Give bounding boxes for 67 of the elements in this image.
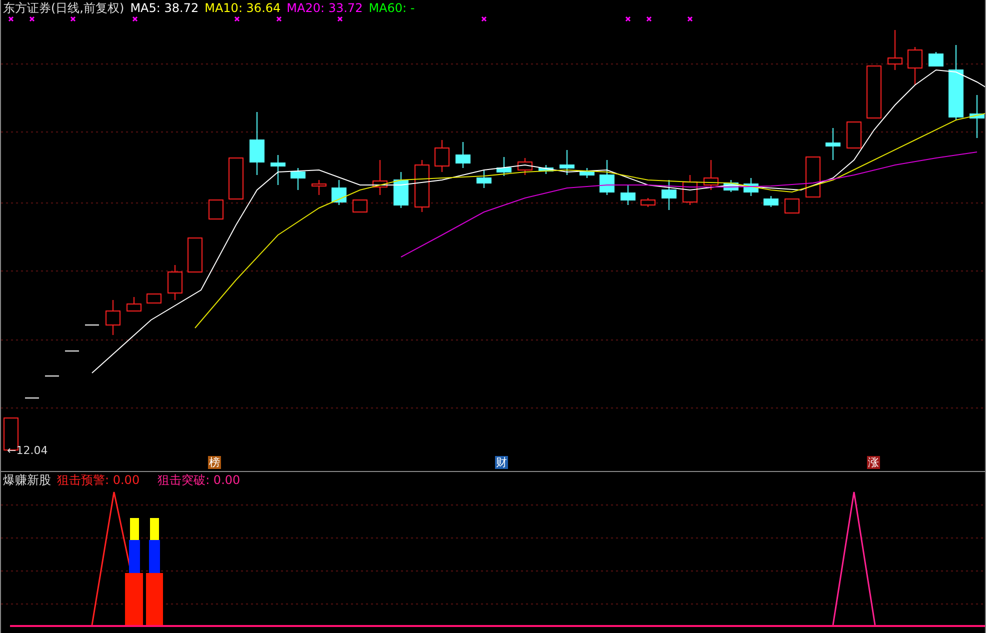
indicator-label: MA10: 36.64 xyxy=(204,1,281,15)
cross-marker xyxy=(276,16,282,22)
cross-marker xyxy=(337,16,343,22)
candlestick xyxy=(682,174,698,206)
candlestick xyxy=(496,156,512,176)
candlestick xyxy=(270,154,286,186)
candlestick xyxy=(908,46,922,86)
candlestick xyxy=(332,180,346,206)
candlestick xyxy=(846,122,862,148)
candlestick xyxy=(476,170,492,188)
candlestick xyxy=(866,66,882,118)
cross-marker xyxy=(8,16,14,22)
price-label: ←12.04 xyxy=(7,444,48,457)
candlestick xyxy=(538,164,554,174)
candlestick xyxy=(764,196,778,208)
cross-marker xyxy=(646,16,652,22)
candlestick xyxy=(456,142,470,168)
indicator-label: 狙击预警: 0.00 xyxy=(57,473,140,487)
indicator-label: MA20: 33.72 xyxy=(286,1,363,15)
candlestick xyxy=(744,178,758,196)
candlestick xyxy=(228,158,244,200)
candlestick xyxy=(188,238,202,272)
candlestick xyxy=(518,158,532,176)
candlestick xyxy=(168,264,182,300)
event-badge[interactable]: 榜 xyxy=(208,456,221,469)
event-badge[interactable]: 财 xyxy=(495,456,508,469)
indicator-label: MA5: 38.72 xyxy=(130,1,199,15)
cross-marker xyxy=(687,16,693,22)
candlestick xyxy=(640,198,656,208)
event-badge[interactable]: 涨 xyxy=(867,456,880,469)
candlestick xyxy=(784,198,800,214)
candlestick xyxy=(126,296,142,312)
candlestick xyxy=(662,180,676,210)
indicator-label: 狙击突破: 0.00 xyxy=(158,473,240,487)
candlestick xyxy=(394,172,408,208)
candlestick xyxy=(580,168,594,178)
cross-marker xyxy=(70,16,76,22)
candlestick xyxy=(970,94,984,138)
candlestick xyxy=(806,156,820,198)
candlestick xyxy=(724,180,738,192)
candlestick xyxy=(372,160,388,196)
cross-marker xyxy=(234,16,240,22)
indicator-label: MA60: - xyxy=(368,1,415,15)
chart-title: 东方证券(日线,前复权) xyxy=(3,1,124,15)
indicator-title: 爆赚新股 xyxy=(3,473,51,487)
candlestick xyxy=(64,350,80,352)
candlestick xyxy=(312,180,326,196)
candlestick xyxy=(434,140,450,172)
cross-marker xyxy=(29,16,35,22)
candlestick xyxy=(84,324,100,326)
candlestick xyxy=(560,150,574,176)
candlestick xyxy=(352,200,368,212)
cross-marker xyxy=(625,16,631,22)
candlestick xyxy=(146,294,162,304)
candlestick xyxy=(620,184,636,206)
candlestick xyxy=(106,300,120,336)
candlestick xyxy=(600,160,614,196)
cross-marker xyxy=(481,16,487,22)
candlestick xyxy=(208,200,224,220)
candlestick xyxy=(928,52,944,66)
candlestick xyxy=(704,160,718,190)
candlestick xyxy=(888,30,902,70)
candlestick xyxy=(290,168,306,190)
candlestick xyxy=(826,128,840,160)
cross-marker xyxy=(132,16,138,22)
candlestick xyxy=(414,160,430,212)
candlestick xyxy=(250,112,264,176)
